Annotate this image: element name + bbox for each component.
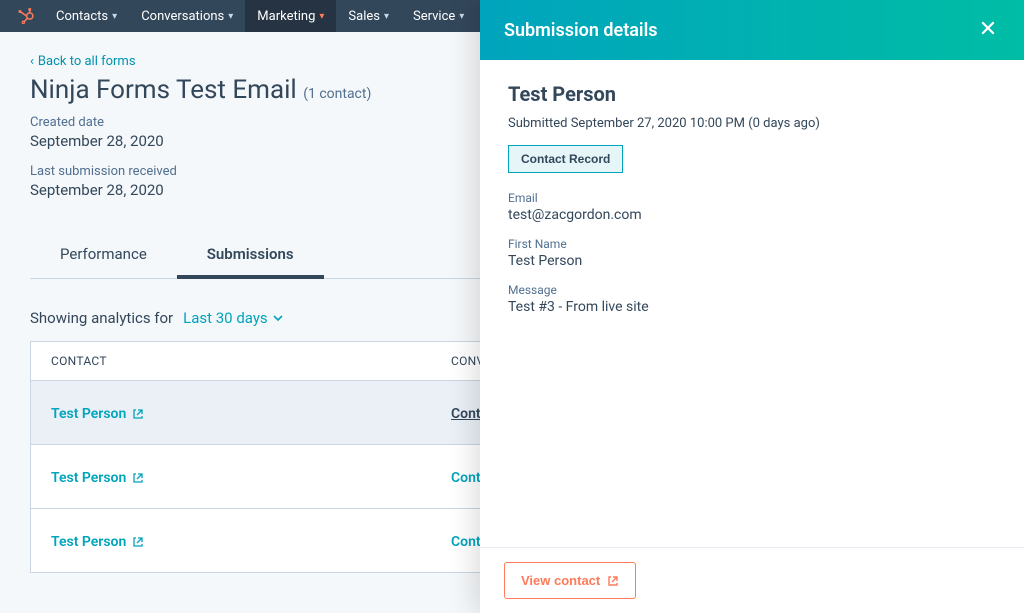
chevron-down-icon: ▾ (228, 11, 233, 22)
external-link-icon (607, 575, 619, 587)
panel-footer: View contact (480, 547, 1024, 613)
nav-label: Conversations (141, 9, 224, 24)
filter-prefix: Showing analytics for (30, 309, 173, 327)
field-label: First Name (508, 237, 996, 251)
chevron-down-icon: ▾ (319, 11, 324, 22)
nav-contacts[interactable]: Contacts ▾ (44, 0, 129, 32)
view-contact-label: View contact (521, 573, 600, 588)
chevron-down-icon: ▾ (459, 11, 464, 22)
date-range-select[interactable]: Last 30 days (183, 309, 283, 327)
page-title-text: Ninja Forms Test Email (30, 75, 297, 105)
back-link[interactable]: ‹ Back to all forms (30, 54, 136, 69)
hubspot-logo-icon[interactable] (8, 0, 44, 32)
contact-link[interactable]: Test Person (51, 406, 144, 422)
field-label: Email (508, 191, 996, 205)
field-first-name: First Name Test Person (508, 237, 996, 269)
nav-service[interactable]: Service ▾ (401, 0, 476, 32)
external-link-icon (132, 472, 144, 484)
nav-label: Contacts (56, 9, 108, 24)
external-link-icon (132, 408, 144, 420)
filter-value: Last 30 days (183, 309, 268, 327)
panel-header: Submission details ✕ (480, 0, 1024, 60)
contact-link[interactable]: Test Person (51, 470, 144, 486)
submission-details-panel: Submission details ✕ Test Person Submitt… (480, 0, 1024, 613)
back-link-label: Back to all forms (38, 54, 136, 69)
caret-down-icon (273, 315, 283, 321)
chevron-down-icon: ▾ (384, 11, 389, 22)
chevron-down-icon: ▾ (112, 11, 117, 22)
view-contact-button[interactable]: View contact (504, 562, 636, 599)
field-value: Test Person (508, 253, 996, 269)
contact-link[interactable]: Test Person (51, 534, 144, 550)
field-label: Message (508, 283, 996, 297)
contact-name: Test Person (51, 534, 126, 550)
close-icon[interactable]: ✕ (976, 18, 1000, 42)
submitted-timestamp: Submitted September 27, 2020 10:00 PM (0… (508, 116, 996, 131)
field-value: test@zacgordon.com (508, 207, 996, 223)
field-email: Email test@zacgordon.com (508, 191, 996, 223)
nav-label: Sales (348, 9, 380, 24)
nav-label: Marketing (257, 9, 315, 24)
nav-sales[interactable]: Sales ▾ (336, 0, 401, 32)
nav-marketing[interactable]: Marketing ▾ (245, 0, 336, 32)
page-title-sub: (1 contact) (303, 86, 371, 102)
contact-record-button[interactable]: Contact Record (508, 145, 623, 173)
chevron-left-icon: ‹ (30, 54, 34, 69)
col-contact: CONTACT (51, 354, 451, 368)
contact-heading: Test Person (508, 82, 996, 106)
tab-submissions[interactable]: Submissions (177, 235, 324, 279)
external-link-icon (132, 536, 144, 548)
panel-title: Submission details (504, 20, 658, 41)
contact-name: Test Person (51, 406, 126, 422)
contact-name: Test Person (51, 470, 126, 486)
panel-body: Test Person Submitted September 27, 2020… (480, 60, 1024, 547)
field-message: Message Test #3 - From live site (508, 283, 996, 315)
tab-performance[interactable]: Performance (30, 235, 177, 279)
nav-label: Service (413, 9, 455, 24)
field-value: Test #3 - From live site (508, 299, 996, 315)
nav-conversations[interactable]: Conversations ▾ (129, 0, 245, 32)
